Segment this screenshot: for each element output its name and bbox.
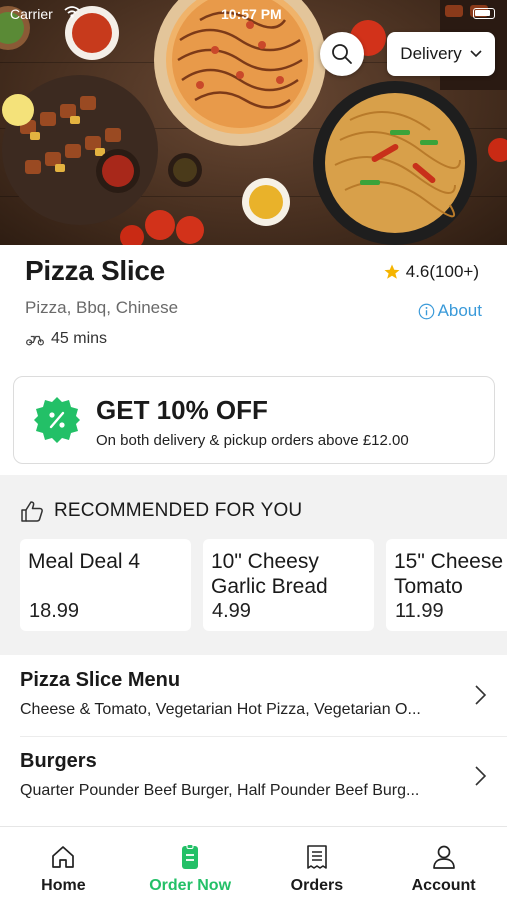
recommended-heading: RECOMMENDED FOR YOU (20, 500, 302, 522)
delivery-mode-label: Delivery (400, 44, 462, 63)
chevron-down-icon (470, 50, 482, 58)
hero-image: Carrier 10:57 PM Delivery (0, 0, 507, 245)
delivery-mode-dropdown[interactable]: Delivery (387, 32, 495, 76)
recommended-item-name: 10" Cheesy Garlic Bread (211, 550, 328, 598)
battery-icon (473, 8, 495, 19)
home-icon (52, 846, 75, 868)
recommended-heading-label: RECOMMENDED FOR YOU (54, 500, 303, 521)
tab-account-label: Account (411, 877, 476, 894)
search-button[interactable] (320, 32, 364, 76)
status-bar: Carrier 10:57 PM (0, 0, 507, 28)
tab-home[interactable]: Home (0, 827, 127, 900)
user-icon (432, 845, 455, 869)
status-time: 10:57 PM (221, 6, 282, 22)
recommended-item-price: 4.99 (212, 600, 251, 622)
recommended-section: RECOMMENDED FOR YOU Meal Deal 4 18.99 10… (0, 475, 507, 655)
carrier-label: Carrier (10, 6, 53, 22)
tab-account[interactable]: Account (380, 827, 507, 900)
restaurant-rating: 4.6(100+) (383, 262, 479, 282)
discount-badge-icon (34, 397, 80, 443)
recommended-card[interactable]: 10" Cheesy Garlic Bread 4.99 (203, 539, 374, 631)
recommended-item-name: Meal Deal 4 (28, 550, 141, 573)
menu-category-description: Quarter Pounder Beef Burger, Half Pounde… (20, 782, 420, 799)
tab-order-now[interactable]: Order Now (127, 827, 254, 900)
tab-home-label: Home (41, 877, 86, 894)
recommended-item-price: 18.99 (29, 600, 80, 622)
thumbs-up-icon (21, 501, 43, 522)
recommended-item-name: 15" Cheese Tomato (394, 550, 504, 598)
wifi-icon (64, 6, 80, 18)
recommended-item-price: 11.99 (395, 600, 444, 622)
receipt-icon (307, 845, 327, 869)
tab-orders[interactable]: Orders (254, 827, 381, 900)
order-icon (182, 844, 199, 869)
info-icon (418, 303, 434, 319)
delivery-eta: 45 mins (25, 330, 107, 348)
about-label: About (437, 301, 482, 320)
eta-label: 45 mins (51, 330, 108, 347)
search-icon (332, 44, 352, 64)
scooter-icon (26, 335, 44, 346)
recommended-card[interactable]: Meal Deal 4 18.99 (20, 539, 191, 631)
tab-order-now-label: Order Now (149, 877, 232, 894)
menu-category-title: Burgers (20, 750, 97, 772)
offer-banner[interactable]: GET 10% OFF On both delivery & pickup or… (13, 376, 495, 464)
menu-category-row[interactable]: Pizza Slice Menu Cheese & Tomato, Vegeta… (0, 656, 507, 736)
chevron-right-icon (475, 685, 487, 705)
restaurant-name: Pizza Slice (25, 255, 165, 286)
menu-category-title: Pizza Slice Menu (20, 669, 181, 691)
offer-subtitle: On both delivery & pickup orders above £… (96, 432, 409, 449)
menu-category-description: Cheese & Tomato, Vegetarian Hot Pizza, V… (20, 701, 421, 718)
tab-orders-label: Orders (290, 877, 344, 894)
recommended-card[interactable]: 15" Cheese Tomato 11.99 (386, 539, 507, 631)
rating-value: 4.6(100+) (405, 262, 479, 281)
menu-category-row[interactable]: Burgers Quarter Pounder Beef Burger, Hal… (0, 737, 507, 817)
about-link[interactable]: About (418, 301, 482, 321)
chevron-right-icon (475, 766, 487, 786)
offer-title: GET 10% OFF (96, 395, 268, 425)
star-icon (384, 264, 400, 279)
restaurant-cuisines: Pizza, Bbq, Chinese (25, 298, 179, 317)
bottom-tab-bar: Home Order Now Orders Account (0, 826, 507, 900)
